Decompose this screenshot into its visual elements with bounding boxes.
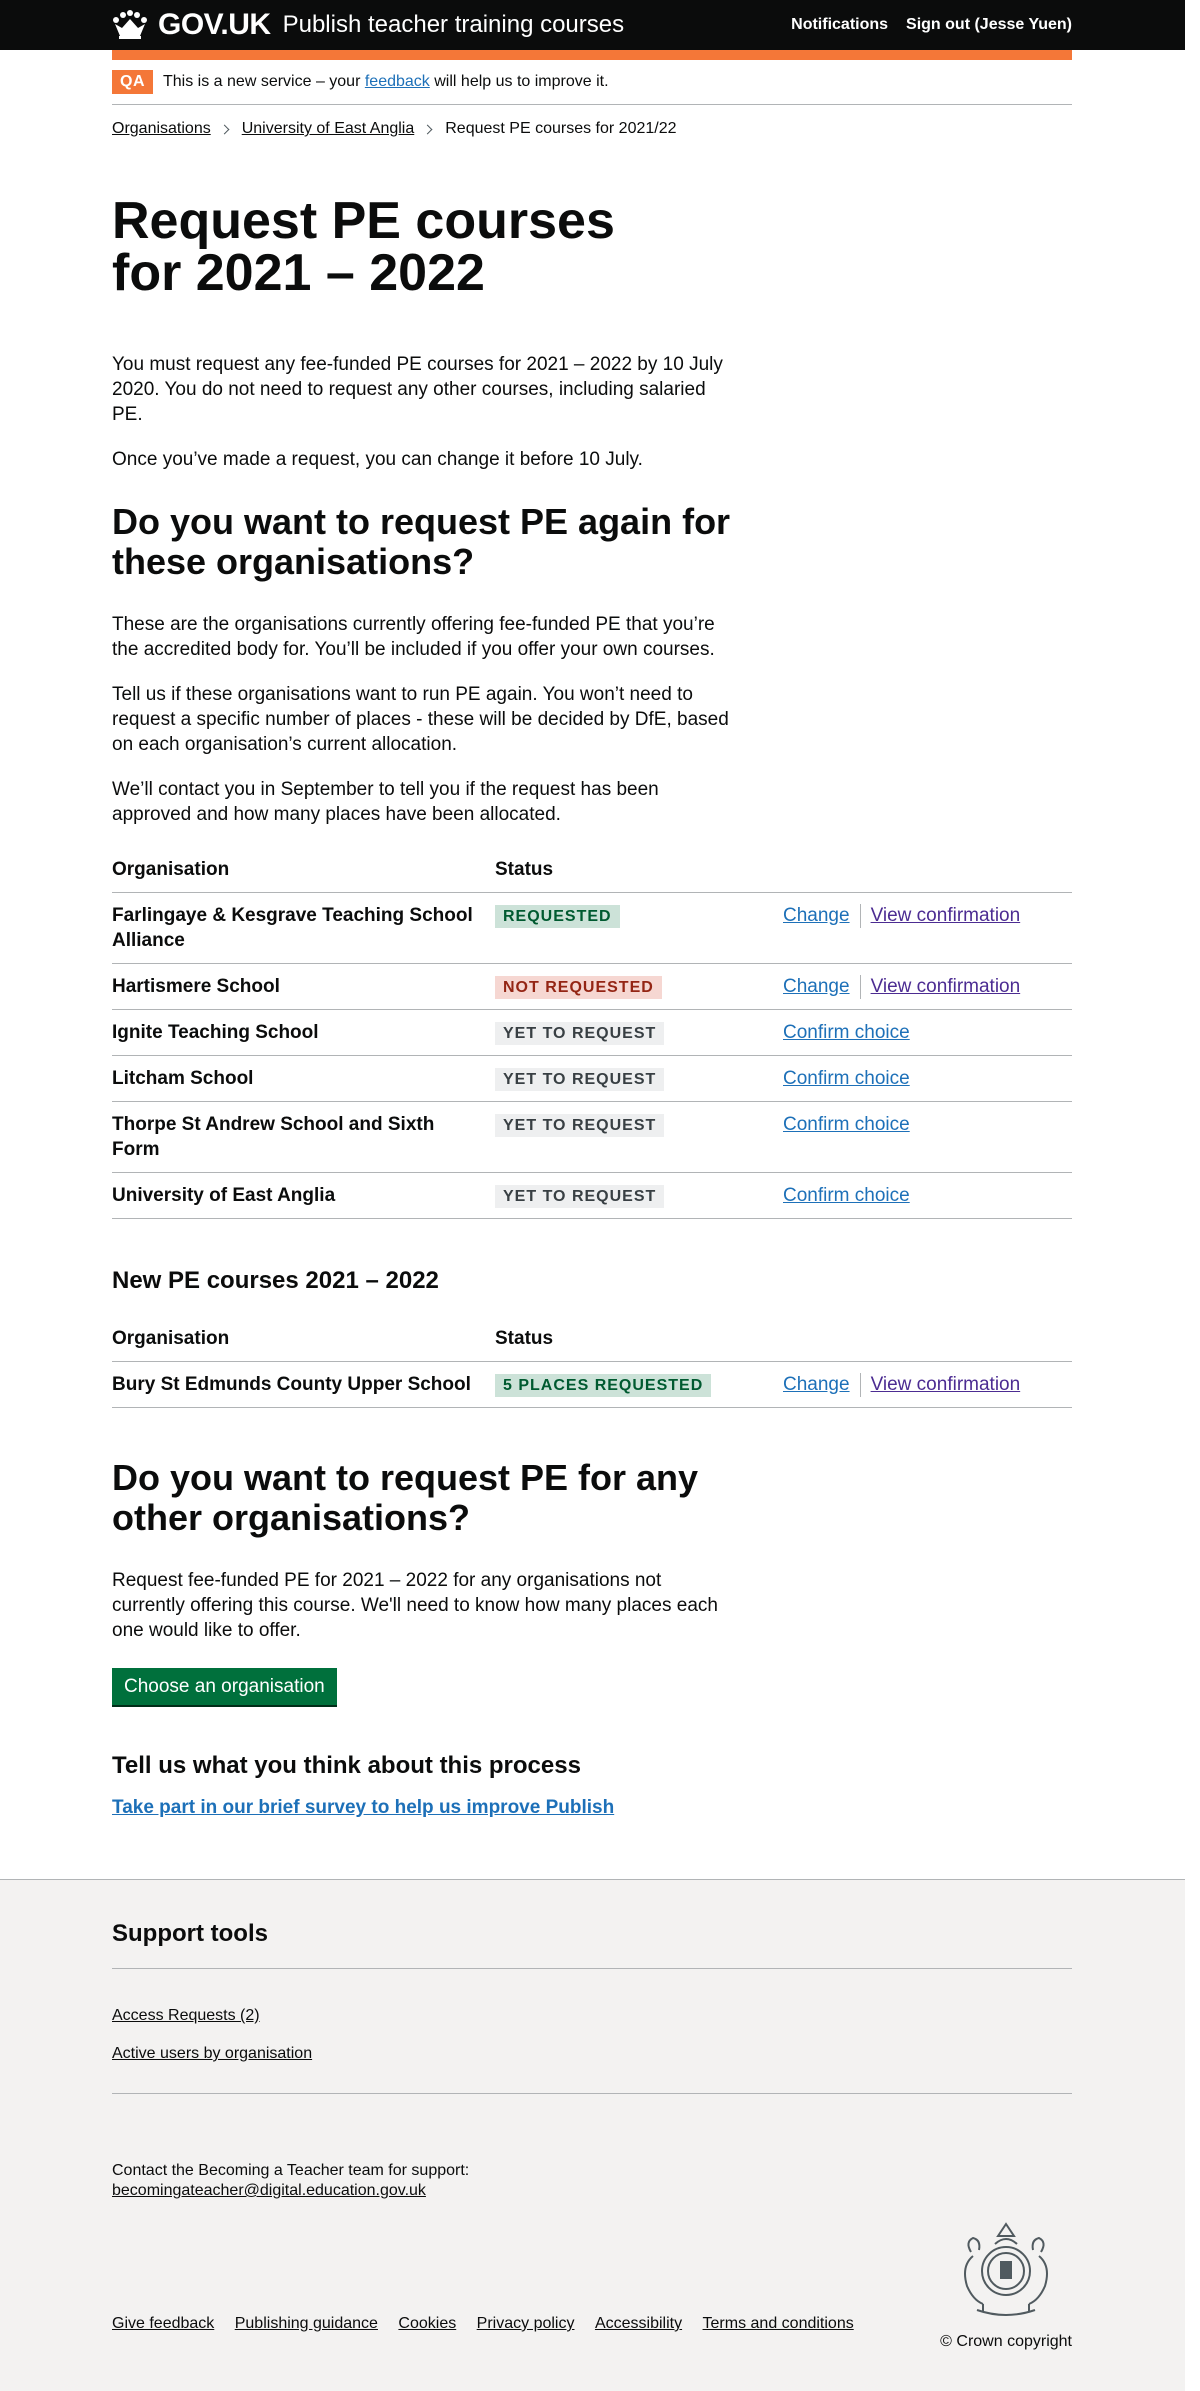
new-courses-table: Organisation Status Bury St Edmunds Coun…	[112, 1316, 1072, 1408]
feedback-heading: Tell us what you think about this proces…	[112, 1752, 581, 1779]
status-badge: Not requested	[495, 976, 662, 999]
table-row: Thorpe St Andrew School and Sixth Form Y…	[112, 1101, 1072, 1173]
table-row: Litcham School Yet to request Confirm ch…	[112, 1055, 1072, 1102]
chevron-right-icon	[219, 124, 230, 134]
action-divider	[859, 1372, 861, 1397]
contact-email-link[interactable]: becomingateacher@digital.education.gov.u…	[112, 2182, 426, 2199]
section-paragraph: These are the organisations currently of…	[112, 614, 715, 660]
status-badge: 5 places requested	[495, 1374, 712, 1397]
phase-text-after: will help us to improve it.	[434, 73, 609, 90]
organisation-name: Bury St Edmunds County Upper School	[112, 1361, 495, 1408]
action-divider	[859, 974, 861, 999]
footer-divider	[112, 2093, 1072, 2094]
confirm-choice-link[interactable]: Confirm choice	[783, 1114, 910, 1135]
status-badge: Yet to request	[495, 1068, 665, 1091]
breadcrumb-organisations[interactable]: Organisations	[112, 120, 211, 138]
action-divider	[859, 903, 861, 928]
govuk-logo-link[interactable]: GOV.UK	[158, 8, 271, 42]
crown-icon	[112, 10, 148, 40]
footer-link-give-feedback[interactable]: Give feedback	[112, 2315, 214, 2332]
organisation-name: Litcham School	[112, 1055, 495, 1102]
phase-banner-text: This is a new service – your feedback wi…	[163, 73, 609, 91]
organisation-name: Farlingaye & Kesgrave Teaching School Al…	[112, 892, 495, 964]
column-header-status: Status	[495, 847, 783, 893]
page-title: Request PE courses for 2021 – 2022	[112, 192, 615, 302]
view-confirmation-link[interactable]: View confirmation	[871, 976, 1021, 997]
section-paragraph: We’ll contact you in September to tell y…	[112, 779, 659, 825]
header-accent-bar	[112, 50, 1072, 60]
royal-coat-of-arms-icon	[940, 2216, 1072, 2325]
footer-link-publishing-guidance[interactable]: Publishing guidance	[235, 2315, 378, 2332]
section-paragraph: Request fee-funded PE for 2021 – 2022 fo…	[112, 1570, 718, 1641]
support-tools-heading: Support tools	[112, 1920, 268, 1947]
survey-link[interactable]: Take part in our brief survey to help us…	[112, 1797, 614, 1818]
phase-tag: QA	[112, 70, 153, 94]
confirm-choice-link[interactable]: Confirm choice	[783, 1185, 910, 1206]
header-nav: Notifications Sign out (Jesse Yuen)	[791, 16, 1072, 34]
table-row: University of East Anglia Yet to request…	[112, 1172, 1072, 1219]
breadcrumb-university[interactable]: University of East Anglia	[242, 120, 415, 138]
section-heading-request-again: Do you want to request PE again for thes…	[112, 501, 731, 582]
choose-organisation-button[interactable]: Choose an organisation	[112, 1668, 337, 1705]
sign-out-link[interactable]: Sign out (Jesse Yuen)	[906, 16, 1072, 34]
column-header-organisation: Organisation	[112, 1316, 495, 1362]
footer-link-cookies[interactable]: Cookies	[398, 2315, 456, 2332]
intro-paragraph: You must request any fee-funded PE cours…	[112, 354, 723, 425]
organisation-name: Ignite Teaching School	[112, 1009, 495, 1056]
column-header-organisation: Organisation	[112, 847, 495, 893]
status-badge: Yet to request	[495, 1022, 665, 1045]
intro-paragraph: Once you’ve made a request, you can chan…	[112, 449, 643, 470]
status-badge: Requested	[495, 905, 620, 928]
view-confirmation-link[interactable]: View confirmation	[871, 1374, 1021, 1395]
confirm-choice-link[interactable]: Confirm choice	[783, 1068, 910, 1089]
phase-text-before: This is a new service – your	[163, 73, 361, 90]
table-row: Bury St Edmunds County Upper School 5 pl…	[112, 1361, 1072, 1408]
view-confirmation-link[interactable]: View confirmation	[871, 905, 1021, 926]
existing-organisations-table: Organisation Status Farlingaye & Kesgrav…	[112, 847, 1072, 1219]
section-paragraph: Tell us if these organisations want to r…	[112, 684, 729, 755]
footer-link-privacy-policy[interactable]: Privacy policy	[477, 2315, 575, 2332]
column-header-status: Status	[495, 1316, 783, 1362]
organisation-name: Thorpe St Andrew School and Sixth Form	[112, 1101, 495, 1173]
footer-link-accessibility[interactable]: Accessibility	[595, 2315, 682, 2332]
main-content: Request PE courses for 2021 – 2022 You m…	[112, 138, 1072, 1819]
service-name-link[interactable]: Publish teacher training courses	[283, 11, 625, 39]
breadcrumb: Organisations University of East Anglia …	[112, 105, 1072, 138]
table-header-row: Organisation Status	[112, 847, 1072, 893]
site-footer: Support tools Access Requests (2) Active…	[0, 1879, 1185, 2391]
column-header-actions	[783, 847, 1072, 893]
footer-links: Give feedback Publishing guidance Cookie…	[112, 2315, 870, 2351]
footer-link-terms[interactable]: Terms and conditions	[703, 2315, 854, 2332]
breadcrumb-current: Request PE courses for 2021/22	[445, 120, 677, 137]
chevron-right-icon	[422, 124, 433, 134]
crown-copyright-link[interactable]: © Crown copyright	[940, 2333, 1072, 2350]
status-badge: Yet to request	[495, 1114, 665, 1137]
notifications-link[interactable]: Notifications	[791, 16, 888, 34]
organisation-name: University of East Anglia	[112, 1172, 495, 1219]
feedback-link[interactable]: feedback	[365, 73, 430, 90]
active-users-link[interactable]: Active users by organisation	[112, 2045, 1072, 2063]
confirm-choice-link[interactable]: Confirm choice	[783, 1022, 910, 1043]
access-requests-link[interactable]: Access Requests (2)	[112, 2007, 1072, 2025]
site-header: GOV.UK Publish teacher training courses …	[0, 0, 1185, 50]
table-row: Hartismere School Not requested Change Vi…	[112, 963, 1072, 1010]
change-link[interactable]: Change	[783, 976, 850, 997]
table-row: Farlingaye & Kesgrave Teaching School Al…	[112, 892, 1072, 964]
change-link[interactable]: Change	[783, 905, 850, 926]
table-row: Ignite Teaching School Yet to request Co…	[112, 1009, 1072, 1056]
contact-text: Contact the Becoming a Teacher team for …	[112, 2162, 470, 2179]
table-header-row: Organisation Status	[112, 1316, 1072, 1362]
phase-banner: QA This is a new service – your feedback…	[112, 60, 1072, 105]
section-heading-other-organisations: Do you want to request PE for any other …	[112, 1457, 699, 1538]
status-badge: Yet to request	[495, 1185, 665, 1208]
section-heading-new-courses: New PE courses 2021 – 2022	[112, 1267, 439, 1294]
organisation-name: Hartismere School	[112, 963, 495, 1010]
column-header-actions	[783, 1316, 1072, 1362]
change-link[interactable]: Change	[783, 1374, 850, 1395]
